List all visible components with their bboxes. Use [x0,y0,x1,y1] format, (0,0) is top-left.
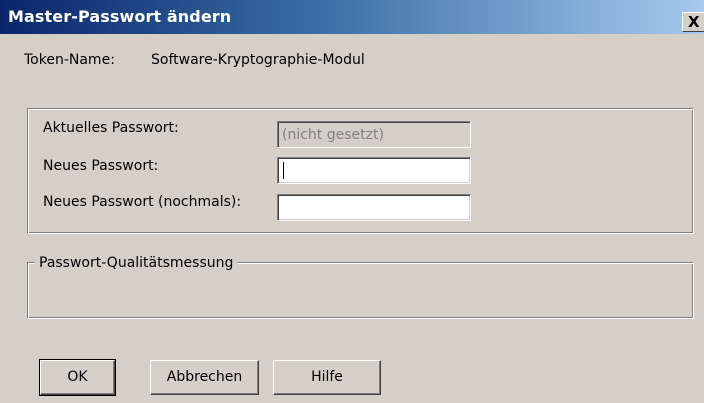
confirm-password-label: Neues Passwort (nochmals): [43,194,242,210]
token-name-label: Token-Name: [24,52,115,68]
confirm-password-field[interactable] [277,194,471,221]
close-button[interactable]: X [682,12,704,32]
cancel-button[interactable]: Abbrechen [150,360,259,395]
master-password-dialog: Master-Passwort ändern X Token-Name: Sof… [0,0,704,403]
new-password-field[interactable] [277,157,471,184]
window-title: Master-Passwort ändern [8,7,232,26]
close-icon: X [688,13,700,31]
text-caret [283,162,284,179]
new-password-label: Neues Passwort: [43,158,159,174]
current-password-label: Aktuelles Passwort: [43,120,179,136]
token-name-value: Software-Kryptographie-Modul [151,52,365,68]
current-password-field[interactable] [277,121,471,148]
password-quality-legend: Passwort-Qualitätsmessung [35,255,238,271]
ok-button[interactable]: OK [39,359,116,396]
title-bar[interactable]: Master-Passwort ändern X [0,0,704,34]
help-button[interactable]: Hilfe [273,360,381,395]
